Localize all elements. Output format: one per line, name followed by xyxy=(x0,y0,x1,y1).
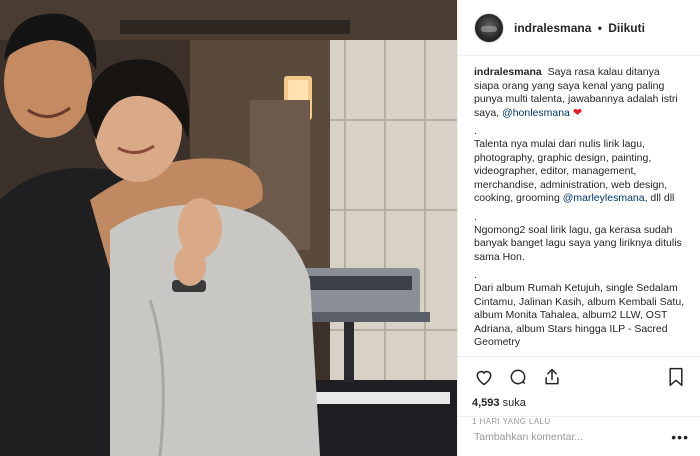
caption-paragraph-3: Ngomong2 soal lirik lagu, ga kerasa suda… xyxy=(474,223,682,263)
caption-dot-1: . xyxy=(474,125,477,137)
action-icons-row xyxy=(472,363,688,391)
caption-username[interactable]: indralesmana xyxy=(474,66,542,78)
post-photo[interactable] xyxy=(0,0,457,456)
caption-dot-2: . xyxy=(474,210,477,223)
follow-status-button[interactable]: Diikuti xyxy=(608,21,645,35)
post-sidebar: indralesmana • Diikuti indralesmana Saya… xyxy=(457,0,700,456)
bookmark-icon[interactable] xyxy=(664,365,688,389)
mention-link-honlesmana[interactable]: @honlesmana xyxy=(502,107,570,119)
header-text: indralesmana • Diikuti xyxy=(514,21,645,35)
photo-illustration xyxy=(0,0,457,456)
heart-emoji: ❤ xyxy=(572,106,583,119)
caption-text-2-end: , dll dll xyxy=(644,192,675,204)
caption-paragraph-1: indralesmana Saya rasa kalau ditanya sia… xyxy=(474,66,686,120)
mention-link-marleylesmana[interactable]: @marleylesmana xyxy=(563,192,645,204)
header-separator: • xyxy=(597,20,602,35)
caption-paragraph-2: Talenta nya mulai dari nulis lirik lagu,… xyxy=(474,138,686,206)
likes-number: 4,593 xyxy=(472,397,500,409)
share-icon[interactable] xyxy=(540,365,564,389)
post-header: indralesmana • Diikuti xyxy=(458,0,700,56)
caption-area: indralesmana Saya rasa kalau ditanya sia… xyxy=(458,56,700,356)
author-username[interactable]: indralesmana xyxy=(514,21,591,35)
caption-dot-3: . xyxy=(474,269,477,281)
caption-paragraph-4: Dari album Rumah Ketujuh, single Sedalam… xyxy=(474,282,685,348)
more-options-icon[interactable]: ••• xyxy=(671,429,689,445)
instagram-post: indralesmana • Diikuti indralesmana Saya… xyxy=(0,0,700,456)
comment-input[interactable] xyxy=(474,430,672,443)
likes-label: suka xyxy=(502,397,526,409)
avatar[interactable] xyxy=(474,12,504,43)
likes-count[interactable]: 4,593 suka xyxy=(472,397,688,409)
comment-bar: ••• xyxy=(458,416,700,456)
heart-icon[interactable] xyxy=(472,365,496,389)
comment-icon[interactable] xyxy=(506,365,530,389)
